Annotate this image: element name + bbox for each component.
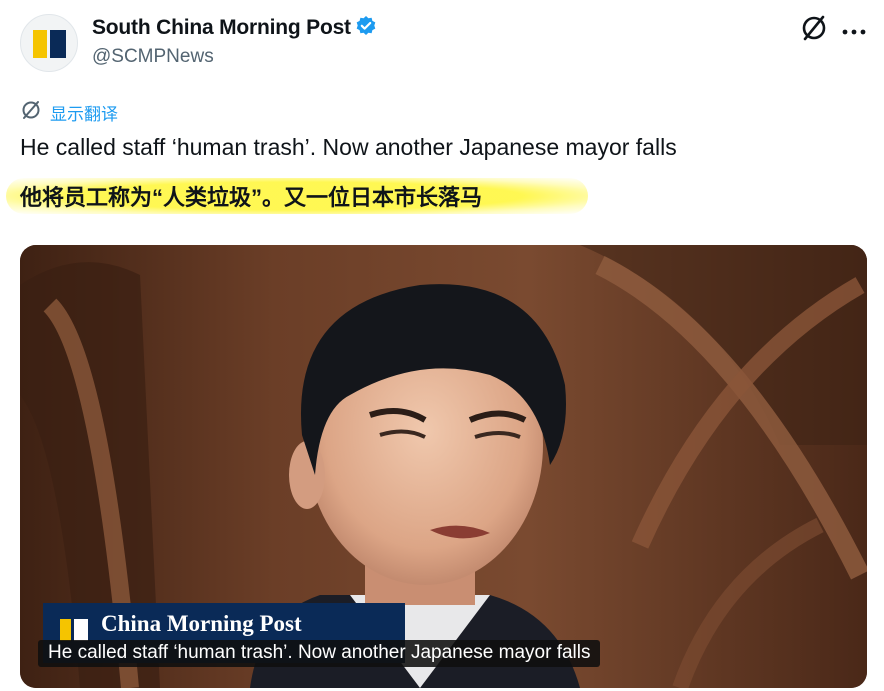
author-name[interactable]: South China Morning Post (92, 15, 377, 43)
show-translation-button[interactable]: 显示翻译 (20, 99, 118, 125)
media-caption: He called staff ‘human trash’. Now anoth… (38, 640, 601, 667)
chinese-translation-text: 他将员工称为“人类垃圾”。又一位日本市长落马 (20, 185, 483, 210)
more-icon[interactable] (842, 23, 866, 41)
tweet-text: He called staff ‘human trash’. Now anoth… (20, 134, 677, 160)
scmp-logo-icon (33, 30, 66, 58)
avatar[interactable] (20, 14, 78, 72)
verified-badge-icon (355, 15, 377, 43)
scmp-logo-icon (60, 619, 88, 641)
translate-label[interactable]: 显示翻译 (50, 100, 118, 125)
author-handle[interactable]: @SCMPNews (92, 46, 214, 68)
tweet-media[interactable]: China Morning Post He called staff ‘huma… (20, 245, 867, 688)
author-name-text[interactable]: South China Morning Post (92, 16, 351, 39)
watermark-text: China Morning Post (101, 611, 302, 636)
grok-icon[interactable] (800, 14, 828, 47)
translate-icon (20, 99, 42, 126)
